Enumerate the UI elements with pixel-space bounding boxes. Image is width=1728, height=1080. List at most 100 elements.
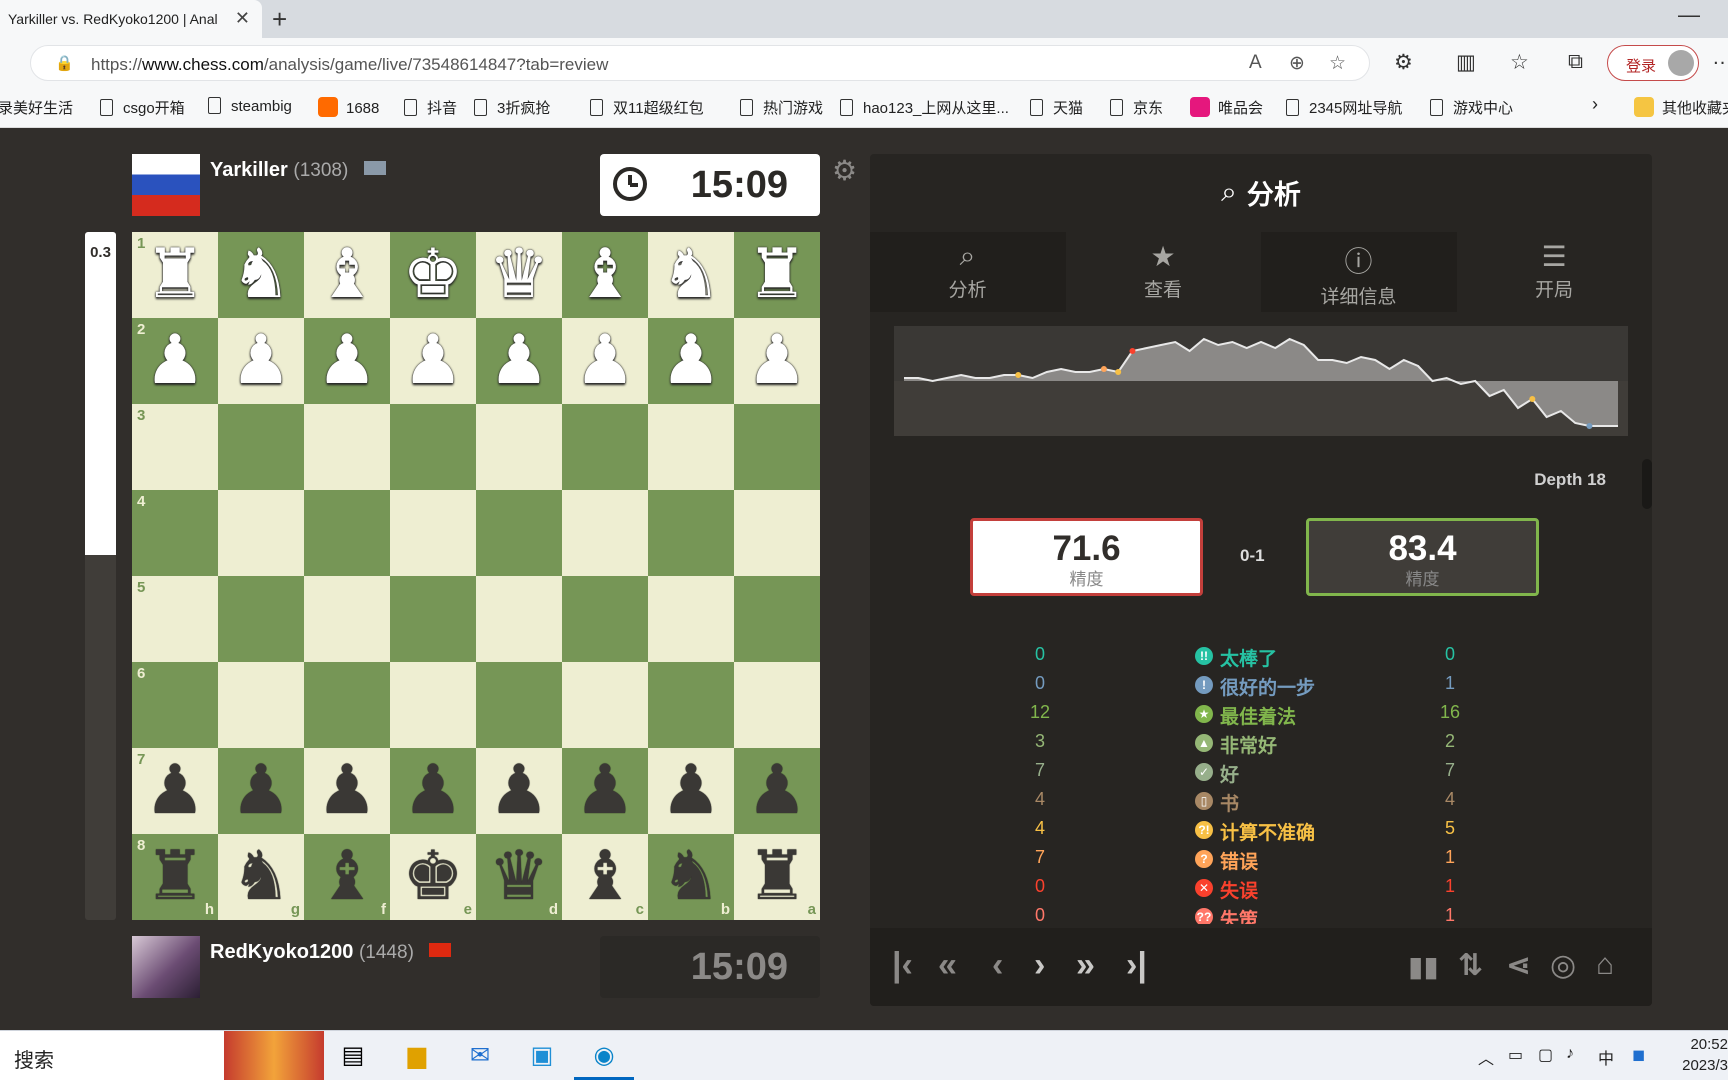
- chess-piece[interactable]: ♟: [476, 318, 562, 404]
- board-square[interactable]: ♟: [390, 748, 476, 834]
- board-square[interactable]: ♚ e: [390, 834, 476, 920]
- share-icon[interactable]: ⋖: [1506, 948, 1531, 983]
- bottom-player-info[interactable]: RedKyoko1200 (1448): [210, 941, 452, 964]
- board-square[interactable]: ♜ a: [734, 834, 820, 920]
- board-square[interactable]: ♟: [304, 748, 390, 834]
- graph-move-marker[interactable]: [1529, 396, 1536, 402]
- tab-star[interactable]: ★ 查看: [1065, 232, 1261, 312]
- board-square[interactable]: [648, 404, 734, 490]
- bookmark-item[interactable]: 热门游戏: [740, 97, 823, 118]
- board-square[interactable]: ♝ f: [304, 834, 390, 920]
- classification-row[interactable]: 3 ▲ 非常好 2: [870, 731, 1652, 757]
- chess-piece[interactable]: ♜: [734, 232, 820, 318]
- system-clock[interactable]: 20:52 2023/3: [1682, 1034, 1728, 1076]
- graph-move-marker[interactable]: [1100, 366, 1107, 372]
- board-square[interactable]: ♟: [648, 748, 734, 834]
- board-square[interactable]: [218, 404, 304, 490]
- board-square[interactable]: [304, 404, 390, 490]
- close-tab-icon[interactable]: ✕: [235, 8, 250, 29]
- board-square[interactable]: ♞: [218, 232, 304, 318]
- classification-row[interactable]: 4 ▯ 书 4: [870, 789, 1652, 815]
- edge-browser-icon[interactable]: ◉: [589, 1041, 619, 1071]
- tab-book[interactable]: ☰ 开局: [1456, 232, 1652, 312]
- board-square[interactable]: [218, 490, 304, 576]
- bookmarks-overflow-icon[interactable]: ›: [1592, 94, 1598, 115]
- chess-piece[interactable]: ♟: [390, 748, 476, 834]
- stats-bar-icon[interactable]: ▮▮: [1408, 950, 1439, 983]
- bookmark-item[interactable]: 唯品会: [1190, 97, 1263, 118]
- board-square[interactable]: ♟: [476, 318, 562, 404]
- read-aloud-icon[interactable]: A: [1249, 52, 1262, 74]
- chess-piece[interactable]: ♟: [648, 318, 734, 404]
- board-square[interactable]: [562, 404, 648, 490]
- board-square[interactable]: ♝: [562, 232, 648, 318]
- board-square[interactable]: [734, 662, 820, 748]
- url-bar[interactable]: 🔒 https://www.chess.com/analysis/game/li…: [30, 45, 1370, 81]
- board-square[interactable]: [218, 662, 304, 748]
- bookmark-item[interactable]: 天猫: [1030, 97, 1083, 118]
- bookmark-item[interactable]: csgo开箱: [100, 97, 185, 118]
- more-menu-icon[interactable]: …: [1712, 46, 1728, 70]
- network-icon[interactable]: ▢: [1538, 1045, 1553, 1065]
- board-square[interactable]: [390, 662, 476, 748]
- bookmark-item[interactable]: 双11超级红包: [590, 97, 704, 118]
- board-square[interactable]: [648, 576, 734, 662]
- chess-piece[interactable]: ♟: [562, 748, 648, 834]
- split-screen-icon[interactable]: ▥: [1456, 50, 1476, 75]
- board-square[interactable]: ♟: [476, 748, 562, 834]
- lock-icon[interactable]: 🔒: [55, 54, 74, 72]
- chess-piece[interactable]: ♟: [562, 318, 648, 404]
- board-square[interactable]: [390, 490, 476, 576]
- forward-fast-icon[interactable]: »: [1076, 946, 1095, 985]
- classification-row[interactable]: 0 ✕ 失误 1: [870, 876, 1652, 902]
- bookmark-item[interactable]: 录美好生活: [0, 97, 73, 118]
- previous-move-icon[interactable]: ‹: [992, 946, 1003, 985]
- board-square[interactable]: [648, 490, 734, 576]
- board-square[interactable]: ♟: [734, 748, 820, 834]
- board-square[interactable]: [476, 404, 562, 490]
- board-square[interactable]: 5: [132, 576, 218, 662]
- board-square[interactable]: ♟ 2: [132, 318, 218, 404]
- chess-piece[interactable]: ♟: [304, 318, 390, 404]
- ime-indicator[interactable]: 中: [1598, 1045, 1614, 1069]
- board-square[interactable]: ♞ g: [218, 834, 304, 920]
- board-square[interactable]: ♛ d: [476, 834, 562, 920]
- chess-piece[interactable]: ♟: [390, 318, 476, 404]
- battery-icon[interactable]: ▭: [1508, 1045, 1523, 1065]
- bookmark-item[interactable]: 京东: [1110, 97, 1163, 118]
- chess-board[interactable]: ♜ 1 ♞ ♝ ♚ ♛ ♝ ♞ ♜ ♟ 2 ♟ ♟ ♟ ♟ ♟ ♟ ♟ 3 4 5 6 ♟ 7 ♟ ♟ ♟ ♟ ♟ ♟ ♟ ♜ 8 h ♞ g ♝ f ♚ e…: [132, 232, 820, 920]
- panel-scrollbar[interactable]: [1642, 459, 1652, 509]
- chess-piece[interactable]: ♛: [476, 232, 562, 318]
- volume-icon[interactable]: ♪: [1566, 1045, 1574, 1063]
- browser-tab[interactable]: Yarkiller vs. RedKyoko1200 | Anal ✕: [0, 0, 262, 38]
- tray-expand-icon[interactable]: ︿: [1478, 1045, 1494, 1069]
- board-square[interactable]: ♜: [734, 232, 820, 318]
- app-icon[interactable]: ▣: [527, 1041, 557, 1071]
- board-square[interactable]: 3: [132, 404, 218, 490]
- retry-target-icon[interactable]: ◎: [1550, 948, 1576, 983]
- search-highlight-image[interactable]: [224, 1031, 324, 1080]
- board-square[interactable]: [476, 576, 562, 662]
- next-move-icon[interactable]: ›: [1034, 946, 1045, 985]
- chess-piece[interactable]: ♟: [734, 318, 820, 404]
- tray-app-icon[interactable]: ◼: [1632, 1045, 1645, 1065]
- board-square[interactable]: ♟: [304, 318, 390, 404]
- login-button[interactable]: 登录: [1607, 45, 1699, 81]
- board-square[interactable]: [734, 404, 820, 490]
- graph-move-marker[interactable]: [1015, 372, 1022, 378]
- chess-piece[interactable]: ♝: [304, 834, 390, 920]
- board-square[interactable]: ♝: [304, 232, 390, 318]
- board-square[interactable]: ♟: [734, 318, 820, 404]
- mail-icon[interactable]: ✉: [465, 1041, 495, 1071]
- last-move-icon[interactable]: ›|: [1126, 946, 1147, 985]
- extensions-icon[interactable]: ⚙: [1394, 50, 1413, 75]
- board-square[interactable]: ♟ 7: [132, 748, 218, 834]
- chess-piece[interactable]: ♟: [304, 748, 390, 834]
- classification-row[interactable]: 0! 很好的一步 1: [870, 673, 1652, 699]
- top-player-info[interactable]: Yarkiller (1308): [210, 159, 386, 182]
- board-square[interactable]: ♚: [390, 232, 476, 318]
- board-square[interactable]: ♞ b: [648, 834, 734, 920]
- board-square[interactable]: [304, 662, 390, 748]
- board-square[interactable]: ♝ c: [562, 834, 648, 920]
- bookmark-item[interactable]: hao123_上网从这里...: [840, 97, 1009, 118]
